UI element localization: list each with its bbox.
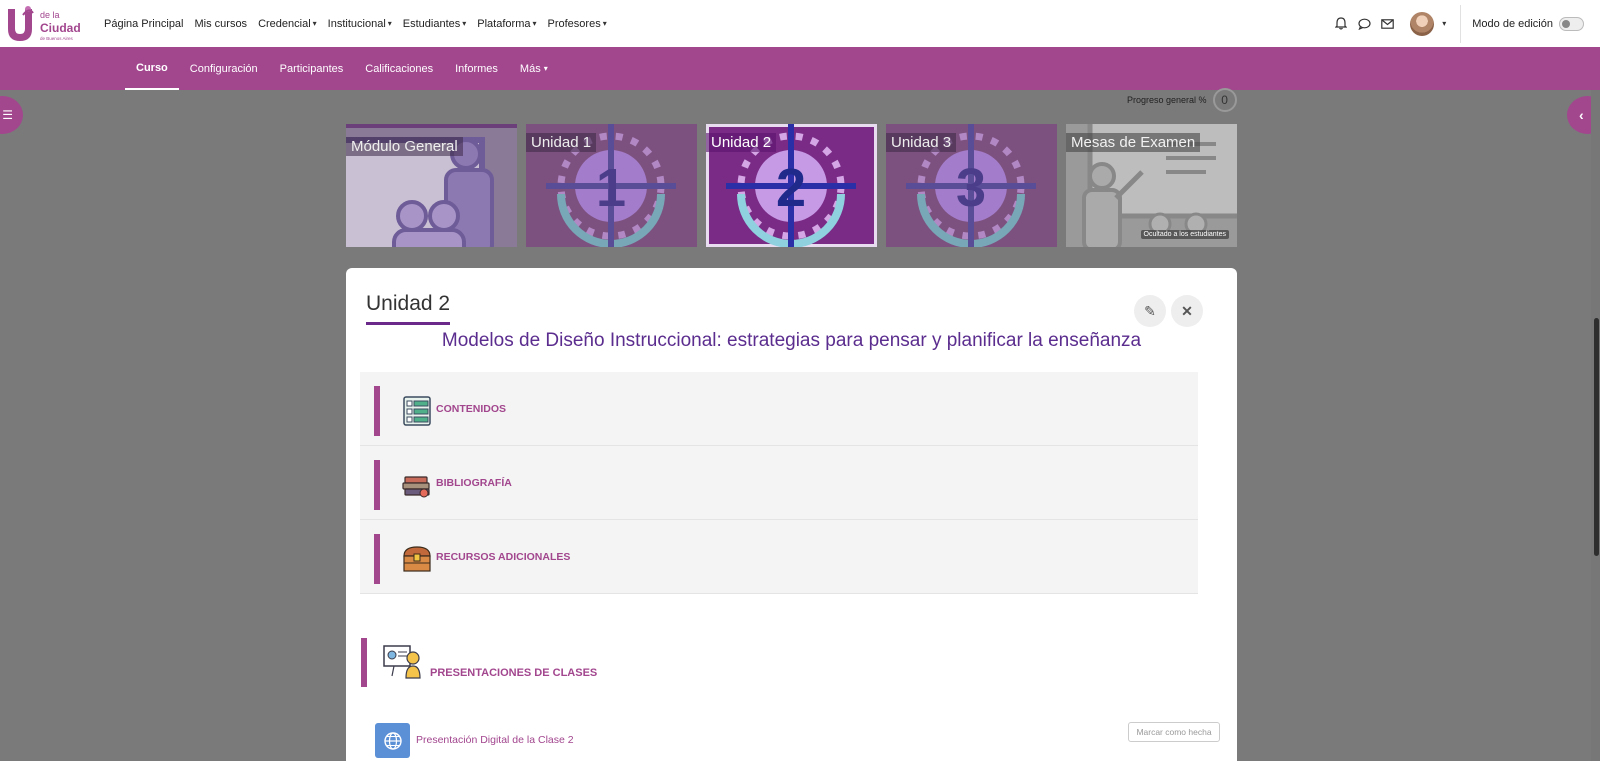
activity-link[interactable]: Presentación Digital de la Clase 2: [416, 734, 574, 746]
nav-item-label: Plataforma: [477, 17, 531, 30]
chevron-left-icon: ‹: [1579, 107, 1584, 123]
tile-mesas-de-examen[interactable]: Mesas de Examen Ocultado a los estudiant…: [1066, 124, 1237, 247]
tile-number: 1: [596, 158, 626, 218]
close-button[interactable]: ✕: [1171, 295, 1203, 327]
subsection-accent: [374, 386, 380, 436]
nav-item-label: Institucional: [327, 17, 386, 30]
presentations-heading[interactable]: PRESENTACIONES DE CLASES: [430, 667, 597, 679]
tab-participantes[interactable]: Participantes: [269, 47, 355, 90]
nav-item-profesores[interactable]: Profesores ▾: [548, 18, 607, 30]
tab-label: Calificaciones: [365, 62, 434, 75]
unit-tiles: Módulo General 1 Unidad 1 2 Unidad 2 3 U…: [346, 124, 1237, 247]
chevron-down-icon: ▾: [543, 64, 548, 73]
list-icon: ☰: [2, 108, 13, 122]
chevron-down-icon: ▾: [462, 19, 467, 28]
overall-progress: Progreso general % 0: [1127, 88, 1237, 112]
nav-item-plataforma[interactable]: Plataforma ▾: [477, 18, 536, 30]
hidden-from-students-badge: Ocultado a los estudiantes: [1140, 230, 1229, 239]
tab-label: Configuración: [189, 62, 258, 75]
subsection-contenidos[interactable]: CONTENIDOS: [360, 372, 1198, 446]
tile-modulo-general[interactable]: Módulo General: [346, 124, 517, 247]
tab-curso[interactable]: Curso: [125, 47, 179, 90]
primary-nav: Página Principal Mis cursos Credencial ▾ …: [104, 0, 607, 47]
subsection-recursos-adicionales[interactable]: RECURSOS ADICIONALES: [360, 520, 1198, 594]
subsection-accent: [374, 460, 380, 510]
top-navbar: de la Ciudad de Buenos Aires Página Prin…: [0, 0, 1600, 47]
tile-label: Mesas de Examen: [1066, 133, 1201, 152]
tab-label: Curso: [136, 61, 168, 74]
tile-number: 2: [776, 158, 806, 218]
treasure-chest-icon: [403, 546, 431, 572]
presentation-teacher-icon: [383, 645, 421, 679]
pencil-icon: ✎: [1144, 302, 1156, 319]
nav-item-label: Profesores: [547, 17, 601, 30]
section-card: Unidad 2 ✎ ✕ Modelos de Diseño Instrucci…: [346, 268, 1237, 761]
subsection-label: CONTENIDOS: [436, 403, 507, 415]
envelope-icon[interactable]: [1376, 13, 1398, 35]
tab-informes[interactable]: Informes: [444, 47, 509, 90]
section-subtitle: Modelos de Diseño Instruccional: estrate…: [441, 330, 1142, 351]
subsection-list: CONTENIDOS BIBLIOGRAFÍA RECURSOS ADICION…: [360, 372, 1198, 594]
tab-calificaciones[interactable]: Calificaciones: [354, 47, 444, 90]
nav-item-estudiantes[interactable]: Estudiantes ▾: [403, 18, 467, 30]
edit-mode-toggle[interactable]: [1559, 16, 1584, 31]
tab-label: Participantes: [279, 62, 344, 75]
checklist-icon: [403, 396, 431, 426]
logo-line3: de Buenos Aires: [40, 36, 74, 41]
chevron-down-icon: ▾: [387, 19, 392, 28]
tile-label: Unidad 1: [526, 133, 597, 152]
navbar-divider: [1460, 4, 1462, 43]
chat-icon[interactable]: [1353, 13, 1375, 35]
tab-mas[interactable]: Más ▾: [509, 47, 559, 90]
nav-item-label: Mis cursos: [194, 17, 248, 30]
page-title: Unidad 2: [366, 292, 451, 325]
books-icon: [402, 476, 430, 498]
course-secondary-nav: Curso Configuración Participantes Califi…: [0, 47, 1600, 90]
course-index-drawer-button[interactable]: ☰: [0, 96, 23, 134]
tile-label: Unidad 2: [706, 133, 777, 152]
chevron-down-icon: ▾: [602, 19, 607, 28]
logo-line2: Ciudad: [40, 21, 81, 35]
nav-item-institucional[interactable]: Institucional ▾: [328, 18, 392, 30]
mark-as-done-button[interactable]: Marcar como hecha: [1128, 722, 1220, 742]
bell-icon[interactable]: [1330, 13, 1352, 35]
subsection-accent: [374, 534, 380, 584]
presentations-accent: [361, 638, 367, 687]
edit-button[interactable]: ✎: [1134, 295, 1166, 327]
logo-u-icon: de la Ciudad de Buenos Aires: [8, 6, 81, 41]
chevron-down-icon: ▾: [312, 19, 317, 28]
tile-number: 3: [956, 158, 986, 218]
scrollbar-thumb[interactable]: [1594, 318, 1599, 556]
subsection-label: BIBLIOGRAFÍA: [436, 477, 512, 489]
logo-line1: de la: [40, 10, 60, 20]
tile-unidad-1[interactable]: 1 Unidad 1: [526, 124, 697, 247]
tile-unidad-2[interactable]: 2 Unidad 2: [706, 124, 877, 247]
tab-configuracion[interactable]: Configuración: [179, 47, 269, 90]
globe-icon: [383, 731, 402, 750]
progress-label: Progreso general %: [1127, 95, 1207, 105]
nav-item-label: Credencial: [258, 17, 311, 30]
tile-label: Módulo General: [346, 137, 463, 156]
chevron-down-icon: ▾: [532, 19, 537, 28]
edit-mode-label: Modo de edición: [1472, 17, 1553, 30]
nav-item-credencial[interactable]: Credencial ▾: [258, 18, 317, 30]
nav-item-mis-cursos[interactable]: Mis cursos: [195, 18, 248, 30]
url-activity-icon[interactable]: [375, 723, 410, 758]
tile-label: Unidad 3: [886, 133, 957, 152]
nav-item-label: Estudiantes: [402, 17, 461, 30]
nav-item-label: Página Principal: [104, 17, 184, 30]
close-icon: ✕: [1181, 302, 1193, 319]
tab-label: Más: [519, 62, 541, 75]
nav-item-pagina-principal[interactable]: Página Principal: [104, 18, 184, 30]
avatar[interactable]: [1410, 11, 1435, 36]
site-logo[interactable]: de la Ciudad de Buenos Aires: [4, 3, 84, 43]
subsection-label: RECURSOS ADICIONALES: [436, 551, 571, 563]
progress-value: 0: [1212, 88, 1237, 112]
tab-label: Informes: [455, 62, 498, 75]
chevron-down-icon[interactable]: ▾: [1442, 19, 1446, 28]
user-menu-area: ▾ Modo de edición: [1329, 0, 1600, 47]
tile-unidad-3[interactable]: 3 Unidad 3: [886, 124, 1057, 247]
subsection-bibliografia[interactable]: BIBLIOGRAFÍA: [360, 446, 1198, 520]
